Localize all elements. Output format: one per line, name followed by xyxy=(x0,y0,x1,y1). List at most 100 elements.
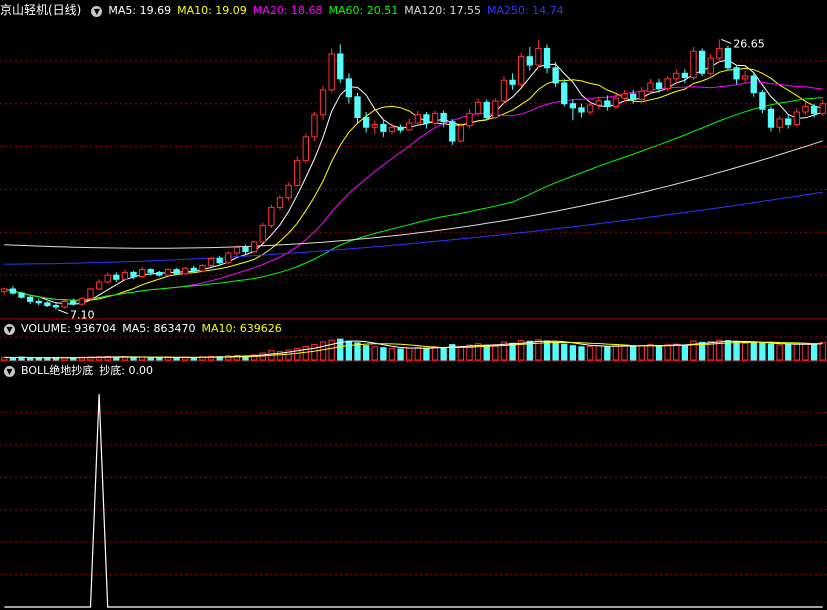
candle[interactable] xyxy=(354,92,361,124)
volume-bar[interactable] xyxy=(664,344,671,361)
volume-bar[interactable] xyxy=(423,347,430,361)
chevron-down-icon[interactable]: ▼ xyxy=(4,323,15,335)
volume-bar[interactable] xyxy=(802,342,809,361)
candle-body[interactable] xyxy=(199,264,206,272)
candle-body[interactable] xyxy=(406,122,413,131)
volume-bar[interactable] xyxy=(26,357,34,361)
candle[interactable] xyxy=(802,102,809,115)
candle-body[interactable] xyxy=(95,281,103,290)
volume-bar[interactable] xyxy=(638,344,645,361)
candle[interactable] xyxy=(397,124,404,133)
candles[interactable] xyxy=(1,39,826,310)
candle-body[interactable] xyxy=(259,224,266,243)
candle[interactable] xyxy=(259,222,266,244)
candle-body[interactable] xyxy=(250,241,258,253)
candle-body[interactable] xyxy=(345,78,353,98)
volume-bars[interactable] xyxy=(1,338,826,361)
candle[interactable] xyxy=(431,110,439,126)
volume-bar[interactable] xyxy=(354,342,361,361)
candle-body[interactable] xyxy=(302,136,309,161)
candle[interactable] xyxy=(474,98,482,117)
candle-body[interactable] xyxy=(604,100,611,107)
candle[interactable] xyxy=(707,53,714,77)
candle[interactable] xyxy=(767,106,775,132)
candle[interactable] xyxy=(750,73,757,97)
candle-body[interactable] xyxy=(52,305,60,308)
candle[interactable] xyxy=(164,268,172,277)
candle[interactable] xyxy=(647,78,654,95)
candle-body[interactable] xyxy=(44,302,51,307)
candle-body[interactable] xyxy=(681,72,689,78)
volume-bar[interactable] xyxy=(414,346,421,361)
candle[interactable] xyxy=(380,118,387,137)
candle[interactable] xyxy=(724,45,732,71)
candle-body[interactable] xyxy=(121,271,129,280)
candle-body[interactable] xyxy=(268,206,275,226)
volume-bar[interactable] xyxy=(595,345,602,361)
candle-body[interactable] xyxy=(35,300,42,304)
candle-body[interactable] xyxy=(638,90,645,101)
candle-body[interactable] xyxy=(371,123,378,128)
candle-body[interactable] xyxy=(518,56,525,85)
candle-body[interactable] xyxy=(130,271,137,278)
volume-bar[interactable] xyxy=(371,346,378,361)
candle[interactable] xyxy=(509,73,516,90)
volume-bar[interactable] xyxy=(509,342,516,361)
candle-body[interactable] xyxy=(294,159,301,186)
volume-bar[interactable] xyxy=(793,343,801,361)
candle-body[interactable] xyxy=(819,103,826,114)
candle[interactable] xyxy=(492,98,499,119)
candle-body[interactable] xyxy=(337,53,344,80)
candle[interactable] xyxy=(785,114,792,129)
candlestick-chart[interactable]: 26.657.10 xyxy=(0,0,827,610)
candle-body[interactable] xyxy=(612,97,620,107)
volume-bar[interactable] xyxy=(147,357,154,361)
candle-body[interactable] xyxy=(440,112,447,123)
candle[interactable] xyxy=(199,264,206,273)
candle[interactable] xyxy=(423,112,430,129)
volume-bar[interactable] xyxy=(130,356,137,361)
candle-body[interactable] xyxy=(328,53,335,91)
volume-bar[interactable] xyxy=(612,345,620,361)
candle-body[interactable] xyxy=(750,75,757,94)
candle[interactable] xyxy=(759,89,766,114)
volume-bar[interactable] xyxy=(302,346,309,361)
candle-body[interactable] xyxy=(397,126,404,131)
candle-body[interactable] xyxy=(759,92,766,110)
candle-body[interactable] xyxy=(802,105,809,113)
candle-body[interactable] xyxy=(552,67,559,84)
volume-bar[interactable] xyxy=(345,340,353,361)
candle[interactable] xyxy=(535,40,542,68)
candle-body[interactable] xyxy=(276,197,284,208)
volume-bar[interactable] xyxy=(156,357,163,361)
candle[interactable] xyxy=(561,78,568,107)
volume-bar[interactable] xyxy=(362,345,370,361)
candle-body[interactable] xyxy=(225,252,232,264)
candle[interactable] xyxy=(319,85,327,121)
candle[interactable] xyxy=(61,300,68,309)
candle[interactable] xyxy=(121,269,129,281)
candle-body[interactable] xyxy=(810,105,818,114)
candle[interactable] xyxy=(673,69,680,83)
candle-body[interactable] xyxy=(414,114,421,124)
volume-bar[interactable] xyxy=(328,339,335,361)
candle[interactable] xyxy=(371,120,378,135)
candle-body[interactable] xyxy=(647,82,654,92)
volume-bar[interactable] xyxy=(681,344,689,361)
candle-body[interactable] xyxy=(113,274,120,280)
candle-body[interactable] xyxy=(362,117,370,128)
candle-body[interactable] xyxy=(78,298,86,305)
volume-bar[interactable] xyxy=(673,343,680,361)
volume-bar[interactable] xyxy=(457,345,465,361)
candle[interactable] xyxy=(52,302,60,310)
candle[interactable] xyxy=(1,287,8,295)
candle-body[interactable] xyxy=(380,123,387,132)
candle-body[interactable] xyxy=(474,101,482,114)
candle[interactable] xyxy=(457,123,465,143)
candle[interactable] xyxy=(104,272,111,284)
candle-body[interactable] xyxy=(423,114,430,124)
candle[interactable] xyxy=(268,204,275,229)
candle[interactable] xyxy=(690,47,697,81)
volume-bar[interactable] xyxy=(655,345,663,361)
candle-body[interactable] xyxy=(182,267,189,275)
